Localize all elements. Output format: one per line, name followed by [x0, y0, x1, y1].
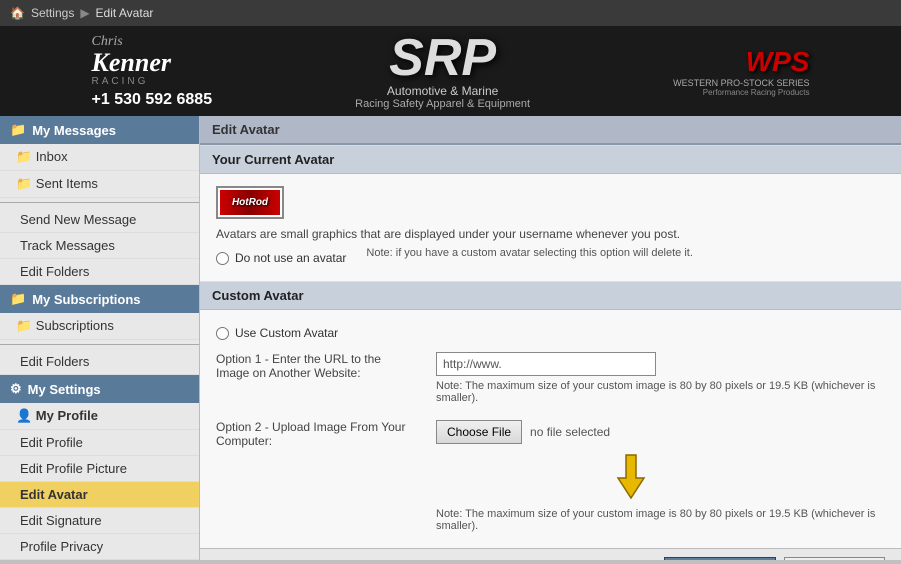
no-avatar-radio-row: Do not use an avatar — [216, 251, 346, 265]
no-avatar-radio[interactable] — [216, 252, 229, 265]
option2-label: Option 2 - Upload Image From Your Comput… — [216, 420, 416, 448]
breadcrumb-sep: ▶ — [80, 6, 89, 20]
url-input[interactable] — [436, 352, 656, 376]
site-banner: Chris Kenner RACING +1 530 592 6885 SRP … — [0, 26, 901, 116]
save-changes-button[interactable]: Save Changes — [664, 557, 777, 560]
content-area: Edit Avatar Your Current Avatar Avatars … — [200, 116, 901, 560]
option1-label: Option 1 - Enter the URL to the Image on… — [216, 352, 416, 380]
brand-phone: +1 530 592 6885 — [92, 91, 213, 109]
brand-sub: RACING — [92, 76, 149, 87]
no-file-label: no file selected — [530, 425, 610, 439]
use-custom-radio[interactable] — [216, 327, 229, 340]
sidebar-section-my-messages: 📁 My Messages — [0, 116, 199, 144]
sidebar-item-track-messages[interactable]: Track Messages — [0, 233, 199, 259]
sidebar-item-profile-privacy[interactable]: Profile Privacy — [0, 534, 199, 560]
option1-row: Option 1 - Enter the URL to the Image on… — [216, 352, 885, 404]
sidebar-item-edit-folders[interactable]: Edit Folders — [0, 259, 199, 285]
current-avatar-section-title: Your Current Avatar — [200, 145, 901, 174]
use-custom-radio-row: Use Custom Avatar — [216, 326, 885, 340]
option2-controls: Choose File no file selected Note: The m… — [436, 420, 885, 532]
banner-left: Chris Kenner RACING +1 530 592 6885 — [72, 34, 213, 109]
banner-tagline2: Racing Safety Apparel & Equipment — [355, 98, 530, 110]
sidebar-item-edit-signature[interactable]: Edit Signature — [0, 508, 199, 534]
arrow-svg — [606, 450, 656, 500]
avatar-note-text: Note: if you have a custom avatar select… — [366, 247, 693, 259]
settings-section-icon: ⚙ — [10, 381, 22, 397]
sidebar-item-inbox[interactable]: 📁 Inbox — [0, 144, 199, 171]
avatar-image — [220, 190, 280, 215]
sidebar-item-edit-profile[interactable]: Edit Profile — [0, 430, 199, 456]
breadcrumb-bar: 🏠 Settings ▶ Edit Avatar — [0, 0, 901, 26]
use-custom-label: Use Custom Avatar — [235, 326, 338, 340]
sent-folder-icon: 📁 — [16, 176, 32, 191]
panel-title: Edit Avatar — [200, 116, 901, 145]
banner-tagline1: Automotive & Marine — [387, 84, 498, 98]
settings-link[interactable]: Settings — [31, 6, 74, 20]
sidebar: 📁 My Messages 📁 Inbox 📁 Sent Items Send … — [0, 116, 200, 560]
brand-name: Kenner — [92, 50, 171, 76]
option2-note: Note: The maximum size of your custom im… — [436, 508, 885, 532]
banner-right: WPS WESTERN PRO-STOCK SERIES Performance… — [673, 46, 829, 97]
subscriptions-folder-icon: 📁 — [16, 318, 32, 333]
banner-right-sub2: Performance Racing Products — [703, 88, 810, 97]
sidebar-item-edit-profile-picture[interactable]: Edit Profile Picture — [0, 456, 199, 482]
sidebar-item-sent-items[interactable]: 📁 Sent Items — [0, 171, 199, 198]
no-avatar-label: Do not use an avatar — [235, 251, 346, 265]
option1-note: Note: The maximum size of your custom im… — [436, 380, 885, 404]
option1-controls: Note: The maximum size of your custom im… — [436, 352, 885, 404]
sidebar-item-edit-avatar[interactable]: Edit Avatar — [0, 482, 199, 508]
sidebar-section-my-settings: ⚙ My Settings — [0, 375, 199, 403]
banner-center: SRP Automotive & Marine Racing Safety Ap… — [355, 32, 530, 110]
avatar-description: Avatars are small graphics that are disp… — [216, 227, 885, 241]
banner-logo: SRP — [389, 32, 496, 84]
reset-fields-button[interactable]: Reset Fields — [784, 557, 885, 560]
current-avatar-body: Avatars are small graphics that are disp… — [200, 174, 901, 281]
custom-avatar-body: Use Custom Avatar Option 1 - Enter the U… — [200, 310, 901, 560]
divider-2 — [0, 344, 199, 345]
sidebar-item-my-profile[interactable]: 👤 My Profile — [0, 403, 199, 430]
banner-right-logo: WPS — [746, 46, 810, 78]
option2-row: Option 2 - Upload Image From Your Comput… — [216, 420, 885, 532]
file-input-row: Choose File no file selected — [436, 420, 885, 444]
current-page-label: Edit Avatar — [96, 6, 154, 20]
divider-1 — [0, 202, 199, 203]
home-icon[interactable]: 🏠 — [10, 6, 25, 20]
sidebar-section-my-subscriptions: 📁 My Subscriptions — [0, 285, 199, 313]
profile-icon: 👤 — [16, 408, 32, 423]
avatar-preview — [216, 186, 284, 219]
arrow-indicator — [376, 450, 885, 500]
subscriptions-icon: 📁 — [10, 291, 26, 307]
bottom-action-bar: Save Changes Reset Fields — [200, 548, 901, 560]
sidebar-item-edit-folders-sub[interactable]: Edit Folders — [0, 349, 199, 375]
choose-file-button[interactable]: Choose File — [436, 420, 522, 444]
sidebar-item-subscriptions[interactable]: 📁 Subscriptions — [0, 313, 199, 340]
folder-icon: 📁 — [10, 122, 26, 138]
sidebar-item-send-new-message[interactable]: Send New Message — [0, 207, 199, 233]
banner-right-sub1: WESTERN PRO-STOCK SERIES — [673, 78, 809, 88]
custom-avatar-section-title: Custom Avatar — [200, 281, 901, 310]
inbox-folder-icon: 📁 — [16, 149, 32, 164]
